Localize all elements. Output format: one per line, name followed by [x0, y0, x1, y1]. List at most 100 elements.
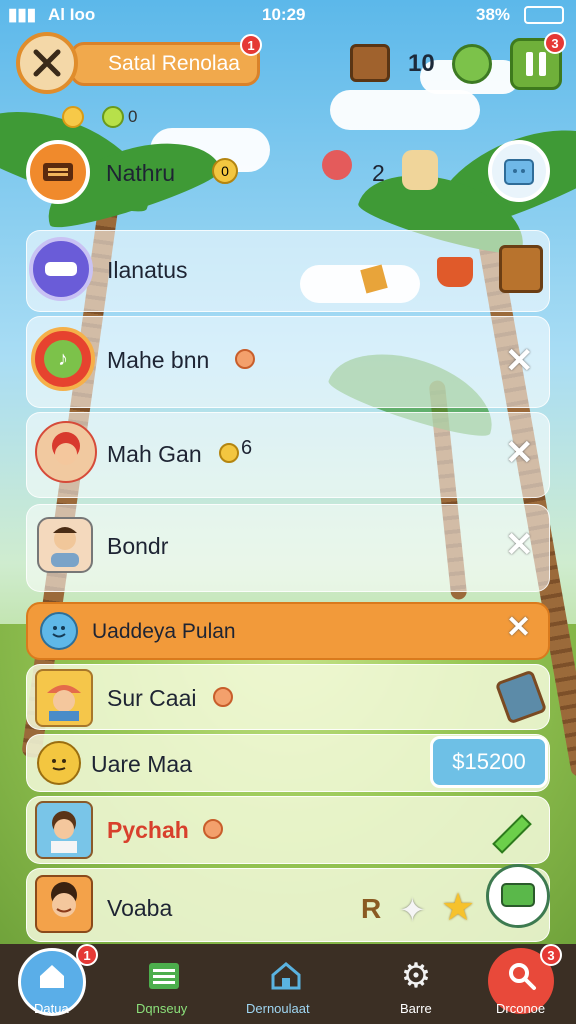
remove-button[interactable]: ✕ — [506, 610, 531, 645]
coin-icon — [62, 106, 84, 128]
controller-icon — [45, 262, 77, 276]
remove-button[interactable]: ✕ — [505, 433, 534, 473]
gem-small-icon — [102, 106, 124, 128]
player-avatar — [35, 421, 97, 483]
smiling-boy-icon — [51, 882, 77, 917]
music-note-icon: ♪ — [44, 340, 82, 378]
house-icon — [266, 956, 306, 996]
gear-icon: ⚙ — [400, 957, 432, 995]
signal-icon: ▮▮▮ — [8, 5, 37, 24]
nav-label: Barre — [400, 1001, 432, 1016]
helper-count: 2 — [372, 160, 385, 186]
battery-percent: 38% — [476, 5, 511, 24]
list-item[interactable]: Voaba R ✦ ★ — [26, 868, 550, 942]
player-name: Bondr — [107, 533, 169, 559]
ticket-icon — [360, 264, 388, 294]
token-icon: 0 — [212, 158, 238, 184]
highlighted-list-item[interactable]: Uaddeya Pulan ✕ — [26, 602, 550, 660]
player-name: Nathru — [106, 160, 176, 186]
title-banner: Satal Renolaa — [70, 42, 260, 86]
rank-icon — [235, 349, 255, 369]
list-item[interactable]: Bondr ✕ — [26, 504, 550, 592]
home-icon — [32, 956, 72, 996]
list-item[interactable]: Mah Gan 6 ✕ — [26, 412, 550, 498]
token-value: 0 — [221, 163, 229, 179]
player-avatar — [35, 669, 93, 727]
chat-button[interactable] — [486, 864, 550, 928]
guild-emblem-icon — [43, 163, 73, 181]
nav-item-home[interactable]: 1 Datua — [0, 944, 110, 1024]
nav-label: Dqnseuy — [136, 1001, 188, 1016]
gold-star-icon: ★ — [441, 887, 476, 929]
nav-label: Dernoulaat — [246, 1001, 310, 1016]
rank-icon — [203, 819, 223, 839]
list-item[interactable]: Sur Caai — [26, 664, 550, 730]
player-name: Pychah — [107, 817, 189, 843]
price-label: $15200 — [452, 749, 526, 774]
cart-icon — [437, 257, 473, 287]
title-text: Satal Renolaa — [108, 52, 240, 75]
bear-avatar-icon — [52, 759, 66, 771]
list-item[interactable]: ♪ Mahe bnn ✕ — [26, 316, 550, 408]
gem-icon[interactable] — [452, 44, 492, 84]
remove-button[interactable]: ✕ — [505, 525, 534, 565]
player-name: Ilanatus — [107, 257, 188, 283]
clock: 10:29 — [262, 5, 306, 24]
boy-avatar-icon — [51, 811, 77, 853]
treasure-chest-icon[interactable] — [499, 245, 543, 293]
player-avatar — [35, 875, 93, 933]
list-item[interactable]: Pychah — [26, 796, 550, 864]
remove-button[interactable]: ✕ — [505, 341, 534, 381]
hat-avatar-icon — [47, 685, 81, 721]
nav-label: Drconoe — [496, 1001, 546, 1016]
nav-item-dernoulaat[interactable]: Dernoulaat — [230, 944, 340, 1024]
search-icon — [502, 956, 542, 996]
coin-count: 0 — [128, 107, 138, 126]
nav-label: Datua — [34, 1001, 69, 1016]
pet-icon — [402, 150, 438, 190]
carrier-label: Al Ioo — [48, 5, 96, 24]
bottom-nav: 1 Datua Dqnseuy Dernoulaat ⚙ Barre 3 Drc… — [0, 944, 576, 1024]
player-name: Mahe bnn — [107, 347, 210, 373]
rank-icon — [219, 443, 239, 463]
silver-star-icon: ✦ — [399, 892, 426, 928]
player-name: Mah Gan — [107, 441, 202, 467]
close-button[interactable] — [16, 32, 78, 94]
nav-item-search[interactable]: 3 Drconoe — [466, 944, 576, 1024]
price-button[interactable]: $15200 — [430, 736, 548, 788]
close-icon — [33, 49, 61, 77]
girl-avatar-icon — [52, 432, 80, 465]
pause-icon — [526, 52, 533, 76]
hammer-icon[interactable] — [494, 669, 548, 725]
list-icon — [144, 956, 184, 996]
player-name: Uare Maa — [91, 751, 192, 777]
pencil-icon[interactable] — [492, 814, 532, 854]
nav-item-settings[interactable]: ⚙ Barre — [360, 944, 470, 1024]
man-avatar-icon — [51, 527, 79, 567]
rank-suffix: 6 — [241, 437, 253, 459]
cloud — [330, 90, 480, 130]
rank-icon — [213, 687, 233, 707]
pause-badge: 3 — [544, 32, 566, 54]
player-avatar — [37, 517, 93, 573]
nav-item-dqnseuy[interactable]: Dqnseuy — [110, 944, 220, 1024]
helper-avatar-icon — [322, 150, 352, 180]
player-avatar: ♪ — [31, 327, 95, 391]
status-bar: ▮▮▮ Al Ioo 10:29 38% — [0, 0, 576, 30]
tv-icon — [501, 883, 535, 907]
resource-count: 10 — [408, 50, 435, 77]
box-icon — [504, 159, 534, 185]
guild-avatar[interactable] — [26, 140, 90, 204]
title-badge: 1 — [240, 34, 262, 56]
nav-badge: 1 — [76, 944, 98, 966]
inventory-button[interactable] — [488, 140, 550, 202]
player-avatar — [29, 237, 93, 301]
battery-icon — [524, 6, 564, 24]
chest-icon[interactable] — [350, 44, 390, 82]
nav-badge: 3 — [540, 944, 562, 966]
player-avatar — [35, 801, 93, 859]
player-name: Voaba — [107, 895, 173, 921]
player-avatar — [37, 741, 81, 785]
list-item[interactable]: Ilanatus — [26, 230, 550, 312]
smile-icon — [40, 612, 78, 650]
